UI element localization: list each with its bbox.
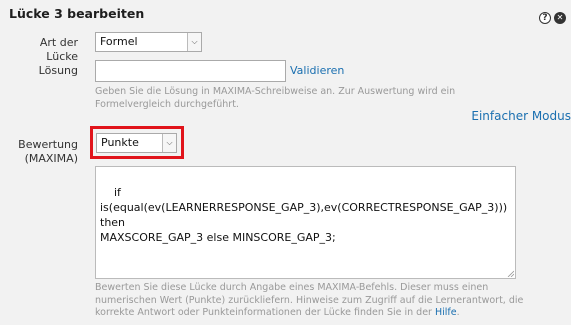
scoring-hint-end: . [456,307,460,318]
chevron-down-icon: ⌵ [162,134,176,152]
simple-mode-link[interactable]: Einfacher Modus [471,109,571,123]
chevron-down-icon: ⌵ [187,33,201,51]
resize-grip-icon[interactable] [507,270,514,277]
scoring-type-select[interactable]: Punkte ⌵ [96,133,177,153]
solution-input[interactable] [95,60,286,82]
header-icons: ? ✕ [539,12,566,24]
scoring-type-value: Punkte [101,136,139,149]
scoring-hint: Bewerten Sie diese Lücke durch Angabe ei… [95,282,525,320]
solution-label: Lösung [38,64,78,77]
help-icon[interactable]: ? [539,12,551,24]
help-link[interactable]: Hilfe [435,307,457,318]
solution-hint: Geben Sie die Lösung in MAXIMA-Schreibwe… [95,86,456,110]
gap-type-value: Formel [100,35,138,48]
scoring-label-line2: (MAXIMA) [24,152,78,165]
scoring-label-line1: Bewertung [18,138,78,151]
validate-link[interactable]: Validieren [290,64,344,77]
panel-title: Lücke 3 bearbeiten [9,6,145,21]
gap-type-select[interactable]: Formel ⌵ [95,32,202,52]
gap-type-label: Art der Lücke [39,36,78,63]
edit-gap-panel: Lücke 3 bearbeiten ? ✕ Art der Lücke For… [0,0,571,325]
scoring-expression: if is(equal(ev(LEARNERRESPONSE_GAP_3),ev… [100,186,508,244]
scoring-expression-textarea[interactable]: if is(equal(ev(LEARNERRESPONSE_GAP_3),ev… [95,166,516,279]
close-icon[interactable]: ✕ [554,12,566,24]
scoring-label: Bewertung (MAXIMA) [8,138,78,166]
